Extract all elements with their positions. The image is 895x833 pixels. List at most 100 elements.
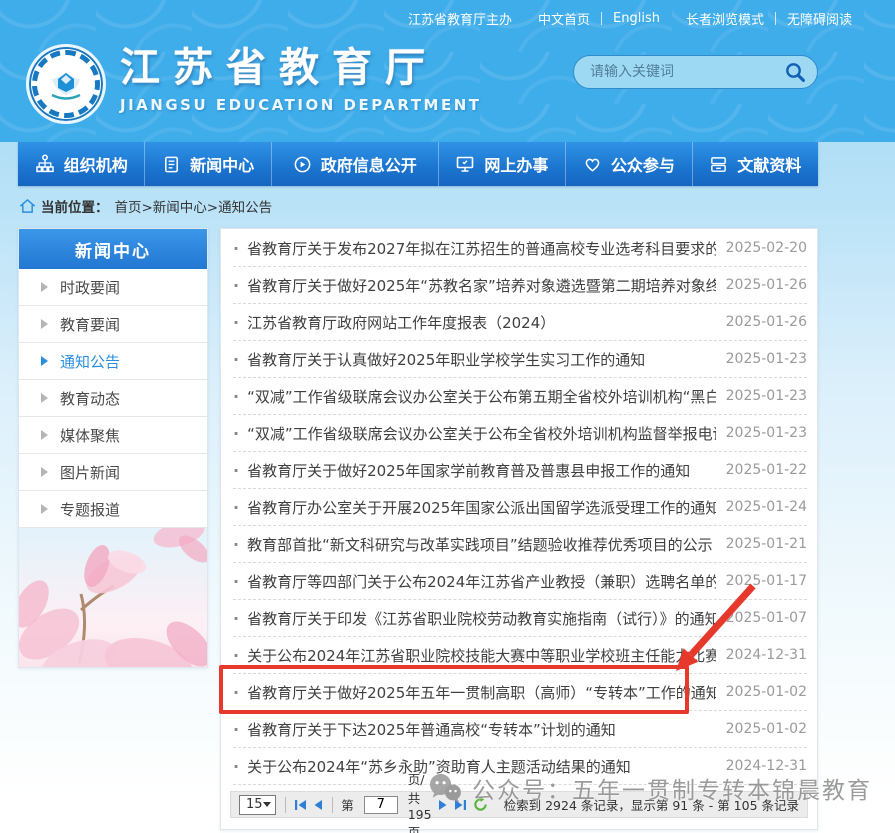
notice-link[interactable]: 江苏省教育厅政府网站工作年度报表（2024） — [247, 312, 716, 333]
page-size-value: 15 — [246, 797, 263, 812]
notice-date: 2025-01-24 — [726, 499, 807, 515]
first-page-icon[interactable] — [294, 797, 307, 813]
notice-date: 2025-01-23 — [726, 425, 807, 441]
topbar-divider — [601, 12, 602, 25]
topbar-link-accessibility[interactable]: 无障碍阅读 — [787, 9, 852, 28]
breadcrumb-prefix: 当前位置： — [41, 196, 109, 216]
prev-page-icon[interactable] — [313, 797, 323, 813]
sidebar: 新闻中心 时政要闻 教育要闻 通知公告 教育动态 媒体聚焦 图片新闻 专题报道 — [18, 228, 208, 668]
heart-icon — [583, 155, 602, 174]
notice-row: “双减”工作省级联席会议办公室关于公布全省校外培训机构监督举报电话的公... 2… — [233, 415, 807, 452]
arrow-right-icon — [41, 430, 48, 440]
nav-item-online-service[interactable]: 网上办事 — [439, 142, 566, 186]
sidebar-title[interactable]: 新闻中心 — [19, 229, 207, 269]
sidebar-item-label: 图片新闻 — [60, 462, 120, 483]
notice-link[interactable]: 关于公布2024年“苏乡永助”资助育人主题活动结果的通知 — [247, 756, 716, 777]
notice-date: 2025-01-02 — [726, 721, 807, 737]
notice-row: “双减”工作省级联席会议办公室关于公布第五期全省校外培训机构“黑白名单... 2… — [233, 378, 807, 415]
department-emblem-icon — [26, 44, 106, 124]
site-subtitle: JIANGSU EDUCATION DEPARTMENT — [120, 96, 482, 114]
notice-date: 2025-01-23 — [726, 388, 807, 404]
notice-link[interactable]: 省教育厅关于做好2025年五年一贯制高职（高师）“专转本”工作的通知 — [247, 682, 716, 703]
notice-link[interactable]: “双减”工作省级联席会议办公室关于公布第五期全省校外培训机构“黑白名单... — [247, 386, 716, 407]
page-number-input[interactable] — [364, 796, 398, 814]
topbar-link-host[interactable]: 江苏省教育厅主办 — [408, 9, 512, 28]
bullet — [233, 350, 239, 369]
notice-date: 2025-01-02 — [726, 684, 807, 700]
notice-link[interactable]: 关于公布2024年江苏省职业院校技能大赛中等职业学校班主任能力比赛获奖... — [247, 645, 716, 666]
notice-link[interactable]: 省教育厅关于认真做好2025年职业学校学生实习工作的通知 — [247, 349, 716, 370]
notice-date: 2025-02-20 — [726, 240, 807, 256]
next-page-icon[interactable] — [438, 797, 448, 813]
notice-row: 关于公布2024年“苏乡永助”资助育人主题活动结果的通知 2024-12-31 — [233, 748, 807, 785]
refresh-icon[interactable] — [473, 797, 488, 813]
notice-link[interactable]: 省教育厅关于发布2027年拟在江苏招生的普通高校专业选考科目要求的公告 — [247, 238, 716, 259]
notice-link[interactable]: “双减”工作省级联席会议办公室关于公布全省校外培训机构监督举报电话的公... — [247, 423, 716, 444]
notice-row-highlighted: 省教育厅关于做好2025年五年一贯制高职（高师）“专转本”工作的通知 2025-… — [233, 674, 807, 711]
header-band: 江苏省教育厅主办 中文首页 English 长者浏览模式 无障碍阅读 江苏省教育… — [0, 0, 895, 142]
org-chart-icon — [35, 154, 55, 174]
topbar-divider — [775, 12, 776, 25]
notice-link[interactable]: 省教育厅办公室关于开展2025年国家公派出国留学选派受理工作的通知 — [247, 497, 716, 518]
notice-row: 省教育厅关于认真做好2025年职业学校学生实习工作的通知 2025-01-23 — [233, 341, 807, 378]
breadcrumb-path[interactable]: 首页>新闻中心>通知公告 — [115, 196, 273, 216]
search-input[interactable] — [590, 64, 783, 80]
topbar-link-elder-mode[interactable]: 长者浏览模式 — [686, 9, 764, 28]
bullet — [233, 424, 239, 443]
sidebar-item-current-politics[interactable]: 时政要闻 — [19, 269, 207, 306]
news-icon — [162, 155, 181, 174]
arrow-right-icon — [41, 393, 48, 403]
main-nav: 组织机构 新闻中心 政府信息公开 网上办事 公众参与 — [18, 142, 818, 186]
sidebar-item-label: 专题报道 — [60, 499, 120, 520]
sidebar-item-special-reports[interactable]: 专题报道 — [19, 491, 207, 528]
sidebar-item-education-trends[interactable]: 教育动态 — [19, 380, 207, 417]
notice-link[interactable]: 教育部首批“新文科研究与改革实践项目”结题验收推荐优秀项目的公示 — [247, 534, 716, 555]
page-label-prefix: 第 — [341, 795, 354, 814]
notice-link[interactable]: 省教育厅关于做好2025年“苏教名家”培养对象遴选暨第二期培养对象终期... — [247, 275, 716, 296]
notice-link[interactable]: 省教育厅关于印发《江苏省职业院校劳动教育实施指南（试行）》的通知 — [247, 608, 716, 629]
notice-row: 省教育厅办公室关于开展2025年国家公派出国留学选派受理工作的通知 2025-0… — [233, 489, 807, 526]
notice-link[interactable]: 省教育厅关于下达2025年普通高校“专转本”计划的通知 — [247, 719, 716, 740]
bullet — [233, 498, 239, 517]
sidebar-item-notices[interactable]: 通知公告 — [19, 343, 207, 380]
notice-list-panel: 省教育厅关于发布2027年拟在江苏招生的普通高校专业选考科目要求的公告 2025… — [220, 228, 818, 830]
notice-date: 2025-01-17 — [726, 573, 807, 589]
sidebar-item-education-news[interactable]: 教育要闻 — [19, 306, 207, 343]
sidebar-item-label: 教育要闻 — [60, 314, 120, 335]
nav-label: 新闻中心 — [190, 152, 254, 176]
documents-icon — [709, 155, 728, 174]
nav-item-public-participation[interactable]: 公众参与 — [566, 142, 692, 186]
nav-label: 网上办事 — [484, 152, 548, 176]
info-disclosure-icon — [293, 155, 312, 174]
nav-item-info-disclosure[interactable]: 政府信息公开 — [272, 142, 439, 186]
notice-link[interactable]: 省教育厅关于做好2025年国家学前教育普及普惠县申报工作的通知 — [247, 460, 716, 481]
notice-link[interactable]: 省教育厅等四部门关于公布2024年江苏省产业教授（兼职）选聘名单的通知 — [247, 571, 716, 592]
page-size-select[interactable]: 15 — [239, 795, 276, 815]
nav-item-documents[interactable]: 文献资料 — [693, 142, 818, 186]
topbar: 江苏省教育厅主办 中文首页 English 长者浏览模式 无障碍阅读 — [408, 9, 852, 28]
sidebar-item-photo-news[interactable]: 图片新闻 — [19, 454, 207, 491]
notice-row: 省教育厅等四部门关于公布2024年江苏省产业教授（兼职）选聘名单的通知 2025… — [233, 563, 807, 600]
search-icon[interactable] — [783, 60, 807, 84]
arrow-right-icon — [41, 319, 48, 329]
nav-label: 组织机构 — [64, 152, 128, 176]
topbar-link-english[interactable]: English — [613, 11, 660, 26]
site-logo[interactable]: 江苏省教育厅 JIANGSU EDUCATION DEPARTMENT — [26, 44, 482, 124]
site-title: 江苏省教育厅 — [120, 46, 482, 90]
topbar-link-chinese-home[interactable]: 中文首页 — [538, 9, 590, 28]
notice-row: 省教育厅关于印发《江苏省职业院校劳动教育实施指南（试行）》的通知 2025-01… — [233, 600, 807, 637]
notice-row: 省教育厅关于做好2025年“苏教名家”培养对象遴选暨第二期培养对象终期... 2… — [233, 267, 807, 304]
bullet — [233, 720, 239, 739]
notice-row: 省教育厅关于发布2027年拟在江苏招生的普通高校专业选考科目要求的公告 2025… — [233, 230, 807, 267]
nav-item-news-center[interactable]: 新闻中心 — [145, 142, 271, 186]
bullet — [233, 387, 239, 406]
nav-label: 政府信息公开 — [321, 152, 417, 176]
bullet — [233, 609, 239, 628]
bullet — [233, 276, 239, 295]
nav-item-organization[interactable]: 组织机构 — [18, 142, 145, 186]
last-page-icon[interactable] — [454, 797, 467, 813]
notice-date: 2025-01-22 — [726, 462, 807, 478]
sidebar-item-media-focus[interactable]: 媒体聚焦 — [19, 417, 207, 454]
notice-row: 省教育厅关于下达2025年普通高校“专转本”计划的通知 2025-01-02 — [233, 711, 807, 748]
bullet — [233, 572, 239, 591]
